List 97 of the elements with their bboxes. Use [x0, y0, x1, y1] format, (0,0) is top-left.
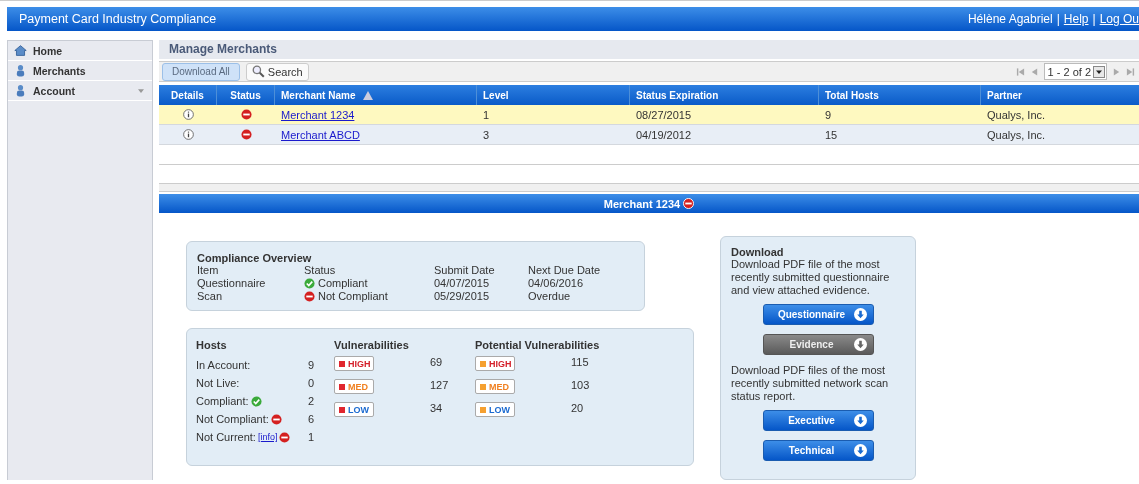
host-label: In Account: — [196, 359, 251, 371]
table-cell-text: 04/19/2012 — [635, 127, 693, 143]
merchant-link[interactable]: Merchant 1234 — [281, 108, 355, 121]
host-label: Not Current: — [196, 431, 256, 443]
severity-badge: LOW — [475, 402, 515, 417]
not-compliant-icon — [240, 129, 252, 141]
submit-date: 04/07/2015 — [434, 277, 491, 290]
severity-badge: HIGH — [475, 356, 515, 371]
vulnerability-count: 115 — [571, 356, 589, 368]
due-date: Overdue — [528, 290, 572, 303]
not-compliant-icon — [270, 413, 282, 425]
status-label: Compliant — [318, 277, 368, 290]
dropdown-icon — [1093, 65, 1105, 78]
link-separator: | — [1056, 12, 1060, 26]
next-page-icon[interactable] — [1112, 66, 1121, 77]
first-page-icon[interactable] — [1015, 66, 1025, 77]
last-page-icon[interactable] — [1126, 66, 1135, 77]
not-compliant-icon — [279, 431, 291, 443]
home-icon — [14, 44, 27, 57]
download-icon — [853, 338, 867, 351]
card-title: Vulnerabilities — [334, 339, 410, 351]
host-count: 2 — [308, 395, 315, 407]
not-compliant-icon — [683, 198, 695, 210]
severity-badge: HIGH — [334, 356, 374, 371]
download-icon — [853, 444, 867, 457]
person-icon — [14, 84, 27, 97]
panel-title: Manage Merchants — [169, 42, 278, 57]
download-button[interactable]: Technical — [762, 440, 874, 461]
table-cell-text: Qualys, Inc. — [986, 127, 1047, 143]
card-title: Download — [731, 246, 785, 258]
host-label: Not Compliant: — [196, 413, 269, 425]
submit-date: 05/29/2015 — [434, 290, 491, 303]
info-link[interactable]: [info] — [257, 432, 278, 442]
header-link[interactable]: Help — [1063, 12, 1089, 26]
table-row[interactable]: Merchant 1234 1 08/27/2015 9 Qualys, Inc. — [159, 105, 1139, 126]
column-label: Item — [197, 264, 220, 277]
user-name: Hélène Agabriel — [967, 12, 1053, 26]
table-cell-text: 9 — [824, 107, 833, 123]
info-icon[interactable] — [182, 129, 194, 141]
vulnerability-count: 103 — [571, 379, 590, 391]
table-cell-text: Qualys, Inc. — [986, 107, 1047, 123]
host-count: 6 — [308, 413, 315, 425]
app-title: Payment Card Industry Compliance — [19, 12, 217, 26]
card-title: Hosts — [196, 339, 228, 351]
link-separator: | — [1092, 12, 1096, 26]
item-label: Questionnaire — [197, 277, 267, 290]
sort-ascending-icon — [363, 90, 374, 100]
vulnerability-count: 127 — [430, 379, 449, 391]
search-button[interactable]: Search — [245, 62, 309, 81]
host-count: 9 — [308, 359, 315, 371]
download-icon — [853, 308, 867, 321]
card-title: Compliance Overview — [197, 252, 313, 264]
sidebar-item[interactable]: Account — [8, 81, 152, 101]
download-description: Download PDF file of the most recently submitted questionnaire and view attached evidence. — [731, 258, 891, 297]
splitter-handle[interactable] — [159, 183, 1139, 193]
severity-badge: LOW — [334, 402, 374, 417]
host-count: 1 — [308, 431, 315, 443]
download-button[interactable]: Executive — [762, 410, 874, 431]
detail-title: Merchant 1234 — [603, 197, 681, 210]
item-label: Scan — [197, 290, 224, 303]
host-label: Compliant: — [196, 395, 249, 407]
table-row[interactable]: Merchant ABCD 3 04/19/2012 15 Qualys, Inc. — [159, 125, 1139, 146]
compliant-icon — [304, 278, 315, 289]
not-compliant-icon — [240, 109, 252, 121]
person-icon — [14, 64, 27, 77]
column-label: Next Due Date — [528, 264, 602, 277]
due-date: 04/06/2016 — [528, 277, 585, 290]
download-all-button[interactable]: Download All — [162, 62, 240, 81]
status-label: Not Compliant — [318, 290, 388, 303]
host-label: Not Live: — [196, 377, 240, 389]
merchant-link[interactable]: Merchant ABCD — [281, 128, 360, 141]
sidebar-item[interactable]: Merchants — [8, 61, 152, 81]
vulnerability-count: 69 — [430, 356, 443, 368]
search-icon — [251, 65, 265, 79]
compliant-icon — [250, 395, 262, 407]
column-label: Submit Date — [434, 264, 496, 277]
download-icon — [853, 414, 867, 427]
caret-icon — [138, 88, 144, 93]
vulnerability-count: 20 — [571, 402, 584, 414]
table-cell-text: 3 — [482, 127, 491, 143]
page-select[interactable]: 1 - 2 of 2 — [1043, 63, 1107, 81]
sidebar-item[interactable]: Home — [8, 41, 152, 61]
download-button[interactable]: Questionnaire — [762, 304, 874, 325]
column-label: Status — [304, 264, 337, 277]
table-cell-text: 1 — [482, 107, 491, 123]
vulnerability-count: 34 — [430, 402, 443, 414]
download-description: Download PDF files of the most recently submitted network scan status report. — [731, 364, 890, 403]
card-title: Potential Vulnerabilities — [475, 339, 601, 351]
host-count: 0 — [308, 377, 315, 389]
column-header[interactable]: Partner — [981, 85, 1139, 106]
severity-badge: MED — [334, 379, 374, 394]
not-compliant-icon — [304, 291, 315, 302]
info-icon[interactable] — [182, 109, 194, 121]
header-link[interactable]: Log Ou — [1099, 12, 1139, 26]
table-cell-text: 08/27/2015 — [635, 107, 693, 123]
severity-badge: MED — [475, 379, 515, 394]
table-cell-text: 15 — [824, 127, 839, 143]
